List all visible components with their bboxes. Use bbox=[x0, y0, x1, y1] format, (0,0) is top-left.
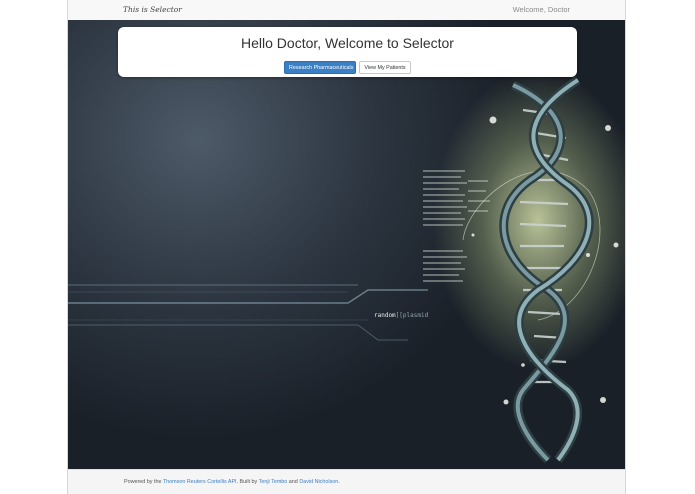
footer-middle: . Built by bbox=[236, 479, 259, 485]
code-label-separator: ][ bbox=[395, 312, 403, 319]
dna-helix-illustration bbox=[68, 76, 619, 464]
brand-logo[interactable]: This is Selector bbox=[123, 5, 182, 14]
research-pharmaceuticals-button[interactable]: Research Pharmaceuticals bbox=[284, 61, 356, 74]
view-my-patients-button[interactable]: View My Patients bbox=[359, 61, 411, 74]
dna-helix bbox=[499, 76, 594, 464]
code-label-left: random bbox=[374, 312, 396, 319]
welcome-user-text[interactable]: Welcome, Doctor bbox=[513, 5, 570, 14]
data-text-columns bbox=[423, 170, 490, 282]
footer-suffix: . bbox=[338, 479, 340, 485]
author-link-tenji[interactable]: Tenji Tembo bbox=[259, 479, 288, 485]
footer-prefix: Powered by the bbox=[124, 479, 163, 485]
footer-and: and bbox=[287, 479, 300, 485]
code-label: random][plasmid bbox=[374, 312, 428, 319]
code-label-right: plasmid bbox=[402, 312, 429, 319]
page-title: Hello Doctor, Welcome to Selector bbox=[241, 35, 454, 51]
footer: Powered by the Thomson Reuters Cortellis… bbox=[68, 469, 625, 494]
hero-background: random][plasmid Hello Doctor, Welcome to… bbox=[68, 20, 625, 469]
page-frame: This is Selector Welcome, Doctor random]… bbox=[67, 0, 626, 494]
footer-text: Powered by the Thomson Reuters Cortellis… bbox=[124, 479, 340, 485]
cortellis-api-link[interactable]: Thomson Reuters Cortellis API bbox=[163, 479, 237, 485]
navbar: This is Selector Welcome, Doctor bbox=[68, 0, 625, 21]
author-link-david[interactable]: David Nicholson bbox=[299, 479, 338, 485]
welcome-panel: Hello Doctor, Welcome to Selector Resear… bbox=[118, 27, 577, 77]
